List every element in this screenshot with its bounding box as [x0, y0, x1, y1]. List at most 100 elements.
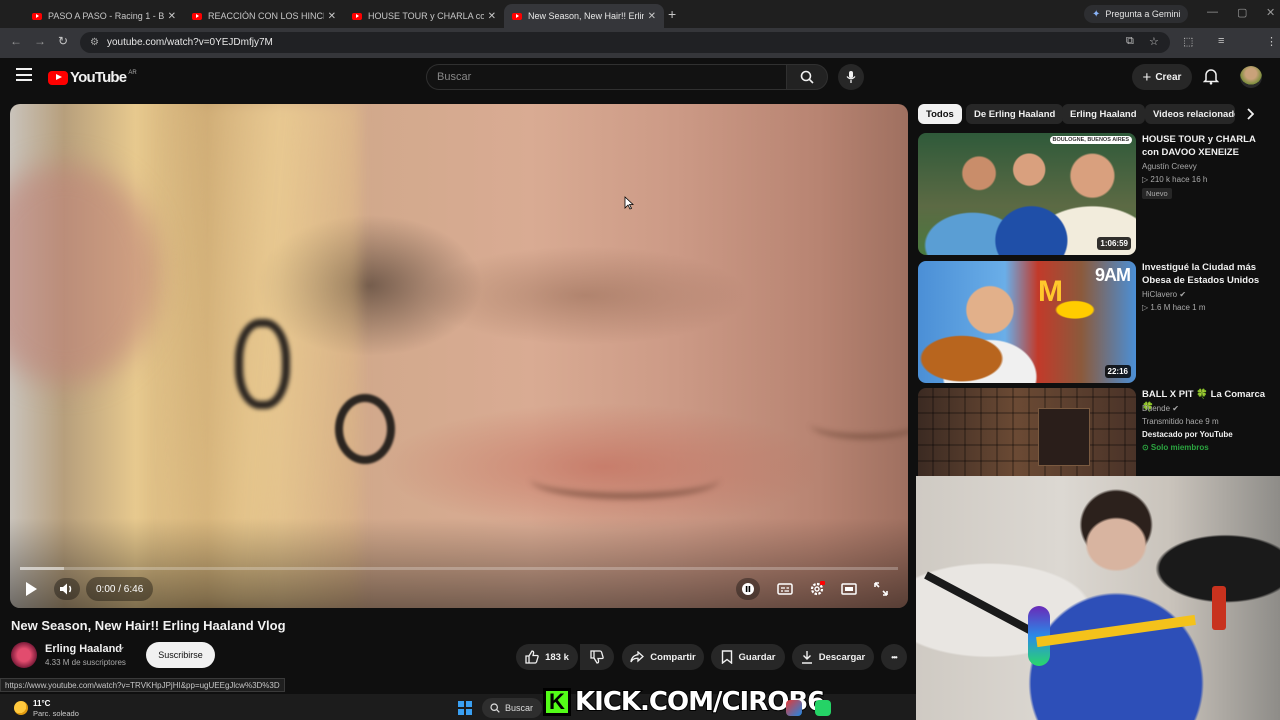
maximize-window-icon[interactable]: ▢	[1237, 6, 1247, 19]
browser-tab-active[interactable]: New Season, New Hair!! Erling ✕	[504, 4, 664, 28]
tab-title: PASO A PASO - Racing 1 - Boca	[48, 11, 164, 21]
save-button[interactable]: Guardar	[711, 644, 785, 670]
new-tab-button[interactable]: +	[668, 6, 676, 22]
download-icon	[801, 651, 812, 664]
streamer-webcam-overlay	[916, 476, 1280, 720]
minimize-window-icon[interactable]: —	[1207, 6, 1218, 18]
dislike-button[interactable]	[580, 644, 614, 670]
youtube-favicon-icon	[32, 12, 42, 20]
recommended-video-title[interactable]: Investigué la Ciudad más Obesa de Estado…	[1142, 261, 1270, 287]
subtitles-button[interactable]	[774, 578, 796, 600]
settings-button[interactable]	[806, 578, 828, 600]
taskbar-app-icon[interactable]	[786, 700, 802, 716]
close-window-icon[interactable]: ✕	[1266, 6, 1275, 19]
taskbar-search[interactable]: Buscar	[482, 698, 542, 718]
youtube-logo[interactable]: YouTube AR	[48, 69, 137, 86]
search-icon	[490, 703, 500, 713]
address-url: youtube.com/watch?v=0YEJDmfjy7M	[106, 37, 273, 48]
recommended-meta: ▷ 210 k hace 16 h	[1142, 175, 1208, 184]
video-frame-eye	[810, 409, 908, 439]
close-tab-icon[interactable]: ✕	[488, 11, 496, 22]
weather-sun-icon[interactable]	[14, 701, 28, 715]
browser-tab[interactable]: REACCIÓN CON LOS HINCHAS ✕	[184, 4, 344, 28]
chip-from-channel[interactable]: De Erling Haaland	[966, 104, 1064, 124]
search-input[interactable]: Buscar	[426, 64, 786, 90]
weather-temperature: 11°C	[33, 699, 51, 708]
browser-tab[interactable]: HOUSE TOUR y CHARLA con D ✕	[344, 4, 504, 28]
search-button[interactable]	[786, 64, 828, 90]
gemini-button[interactable]: ✦ Pregunta a Gemini	[1084, 5, 1189, 23]
progress-bar[interactable]	[20, 567, 898, 570]
back-arrow-icon[interactable]: ←	[10, 34, 22, 48]
close-tab-icon[interactable]: ✕	[648, 11, 656, 22]
video-thumbnail[interactable]: M 9AM 22:16	[918, 261, 1136, 383]
chip-related[interactable]: Videos relacionados	[1145, 104, 1235, 124]
new-badge: Nuevo	[1142, 188, 1172, 199]
more-actions-button[interactable]: •••	[881, 644, 907, 670]
create-label: Crear	[1155, 71, 1182, 83]
hamburger-menu-icon[interactable]	[16, 68, 32, 85]
channel-name[interactable]: Erling Haaland	[45, 643, 122, 655]
plus-icon: +	[1142, 68, 1152, 86]
taskbar-search-label: Buscar	[505, 703, 534, 713]
recommended-channel[interactable]: Agustín Creevy	[1142, 162, 1197, 171]
video-thumbnail[interactable]: BOULOGNE, BUENOS AIRES 1:06:59	[918, 133, 1136, 255]
notifications-bell-icon[interactable]	[1202, 67, 1220, 90]
recommended-channel[interactable]: HiClavero ✔	[1142, 290, 1186, 299]
bookmark-icon	[721, 650, 732, 664]
browser-menu-icon[interactable]: ⋮	[1266, 35, 1277, 48]
miniplayer-button[interactable]	[838, 578, 860, 600]
thumbs-up-icon	[525, 650, 539, 664]
location-tag: BOULOGNE, BUENOS AIRES	[1049, 136, 1132, 144]
featured-label: Destacado por YouTube	[1142, 430, 1233, 439]
thumbnail-text: 9AM	[1094, 265, 1131, 285]
drink-can	[1212, 586, 1226, 630]
windows-start-icon[interactable]	[458, 701, 472, 715]
video-thumbnail[interactable]	[918, 388, 1136, 476]
share-label: Compartir	[650, 651, 696, 663]
like-button[interactable]: 183 k	[516, 644, 578, 670]
volume-icon	[60, 583, 72, 595]
extensions-icon[interactable]: ⬚	[1183, 35, 1193, 48]
gemini-spark-icon: ✦	[1092, 8, 1101, 20]
download-button[interactable]: Descargar	[792, 644, 874, 670]
youtube-wordmark: YouTube	[70, 69, 127, 86]
recommended-video-title[interactable]: HOUSE TOUR y CHARLA con DAVOO XENEIZE	[1142, 133, 1270, 159]
progress-buffer	[20, 567, 64, 570]
site-info-icon[interactable]: ⚙	[90, 37, 99, 48]
miniplayer-icon	[841, 583, 857, 595]
address-bar[interactable]: ⚙ youtube.com/watch?v=0YEJDmfjy7M	[80, 32, 1170, 53]
volume-button[interactable]	[54, 578, 80, 600]
recommended-channel[interactable]: Duende ✔	[1142, 404, 1179, 413]
video-title: New Season, New Hair!! Erling Haaland Vl…	[11, 618, 286, 633]
chevron-right-icon[interactable]	[1238, 104, 1262, 124]
fullscreen-button[interactable]	[870, 578, 892, 600]
tab-title: New Season, New Hair!! Erling	[528, 11, 644, 21]
chip-erling-haaland[interactable]: Erling Haaland	[1062, 104, 1145, 124]
whatsapp-icon[interactable]	[815, 700, 831, 716]
kick-channel-overlay: K KICK.COM/CIROB6	[543, 686, 826, 718]
search-placeholder: Buscar	[437, 71, 472, 83]
account-avatar[interactable]	[1240, 66, 1262, 88]
video-frame-hair-tie	[335, 394, 395, 464]
chip-all[interactable]: Todos	[918, 104, 962, 124]
create-button[interactable]: + Crear	[1132, 64, 1192, 90]
install-app-icon[interactable]: ⧉	[1126, 35, 1134, 48]
video-player[interactable]: 0:00 / 6:46	[10, 104, 908, 608]
gemini-label: Pregunta a Gemini	[1105, 9, 1181, 19]
voice-search-button[interactable]	[838, 64, 864, 90]
share-button[interactable]: Compartir	[622, 644, 704, 670]
channel-avatar[interactable]	[11, 642, 37, 668]
bookmark-star-icon[interactable]: ☆	[1149, 35, 1159, 48]
forward-arrow-icon[interactable]: →	[34, 34, 46, 48]
play-button[interactable]	[20, 578, 42, 600]
browser-tab[interactable]: PASO A PASO - Racing 1 - Boca ✕	[24, 4, 184, 28]
autoplay-toggle[interactable]	[736, 578, 760, 600]
close-tab-icon[interactable]: ✕	[328, 11, 336, 22]
subscribe-button[interactable]: Suscribirse	[146, 642, 215, 668]
media-controls-icon[interactable]: ≡	[1218, 35, 1224, 47]
reload-icon[interactable]: ↻	[58, 34, 68, 48]
jersey-stripe	[1036, 614, 1196, 648]
close-tab-icon[interactable]: ✕	[168, 11, 176, 22]
recommended-meta: ▷ 1.6 M hace 1 m	[1142, 303, 1206, 312]
